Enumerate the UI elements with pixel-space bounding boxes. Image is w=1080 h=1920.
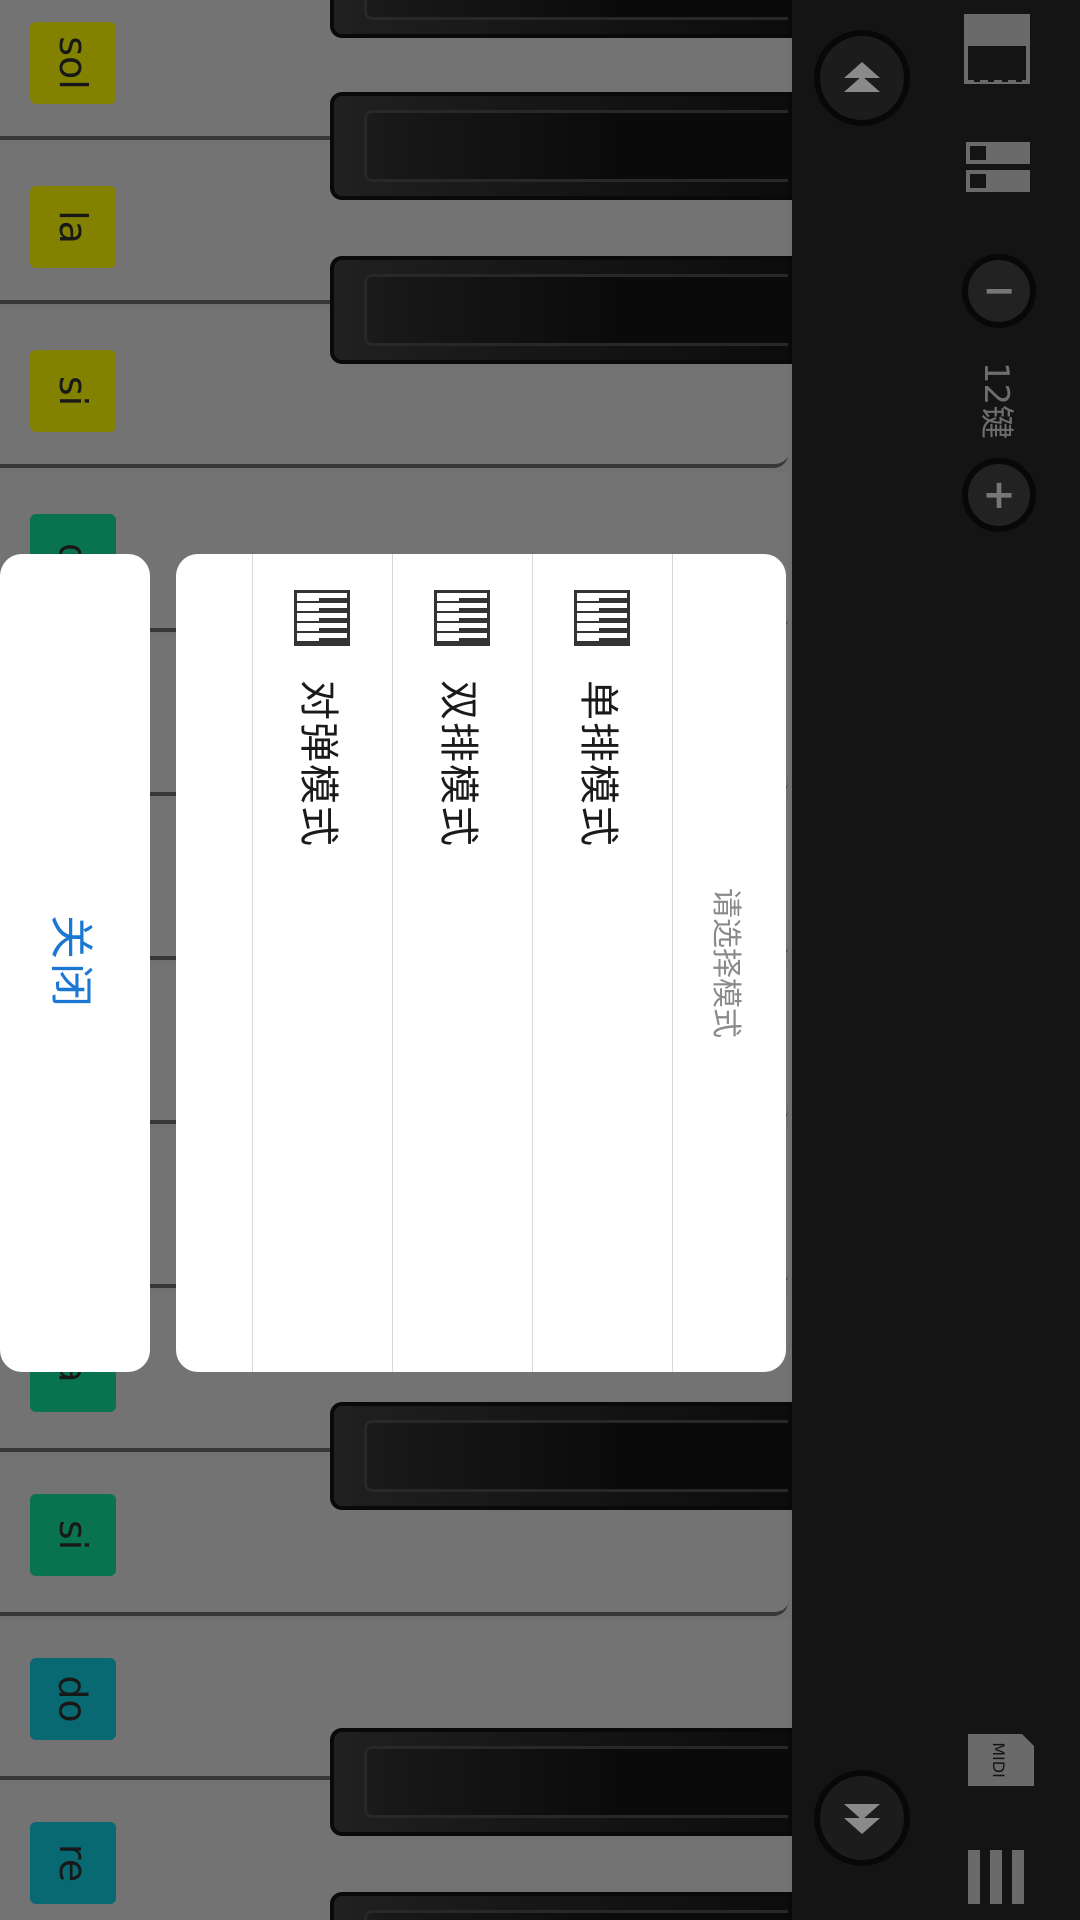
double-chevron-down-icon (844, 1804, 880, 1834)
midi-text: MIDI (989, 1742, 1008, 1778)
minus-icon: − (982, 268, 1016, 314)
mode-option-label: 对弹模式 (252, 674, 392, 854)
increase-keys-button[interactable]: + (962, 458, 1036, 532)
divider (532, 554, 533, 1372)
mode-select-dialog: 请选择模式 单排模式 双排模式 对弹模式 (176, 554, 786, 1372)
divider (672, 554, 673, 1372)
midi-file-icon[interactable]: MIDI (966, 1732, 1036, 1792)
control-panel (792, 0, 1080, 1920)
close-button-label: 关闭 (45, 915, 96, 1011)
key-label-toggle-icon[interactable] (964, 140, 1032, 198)
decrease-keys-button[interactable]: − (962, 254, 1036, 328)
menu-icon[interactable] (966, 1848, 1026, 1910)
dialog-title: 请选择模式 (672, 554, 786, 1372)
double-row-keyboard-icon (434, 590, 490, 646)
dialog-title-text: 请选择模式 (708, 888, 743, 1038)
mode-option-label: 单排模式 (532, 674, 672, 854)
mode-option-single-row[interactable]: 单排模式 (532, 554, 672, 1372)
divider (252, 554, 253, 1372)
keyboard-layout-icon[interactable] (964, 14, 1030, 88)
single-row-keyboard-icon (574, 590, 630, 646)
plus-icon: + (982, 472, 1016, 518)
mode-option-text: 单排模式 (575, 680, 621, 848)
mode-option-duet[interactable]: 对弹模式 (252, 554, 392, 1372)
mode-option-label: 双排模式 (392, 674, 532, 854)
key-count-label: 12键 (960, 360, 1040, 440)
double-chevron-up-icon (844, 62, 880, 92)
key-count-text: 12键 (976, 361, 1017, 439)
piano-app-screen: sol la si d a si do re (0, 0, 1080, 1920)
scroll-up-button[interactable] (814, 30, 910, 126)
mode-option-double-row[interactable]: 双排模式 (392, 554, 532, 1372)
divider (392, 554, 393, 1372)
mode-option-text: 双排模式 (435, 680, 481, 848)
mode-option-text: 对弹模式 (295, 680, 341, 848)
duet-keyboard-icon (294, 590, 350, 646)
scroll-down-button[interactable] (814, 1770, 910, 1866)
close-button[interactable]: 关闭 (0, 554, 150, 1372)
